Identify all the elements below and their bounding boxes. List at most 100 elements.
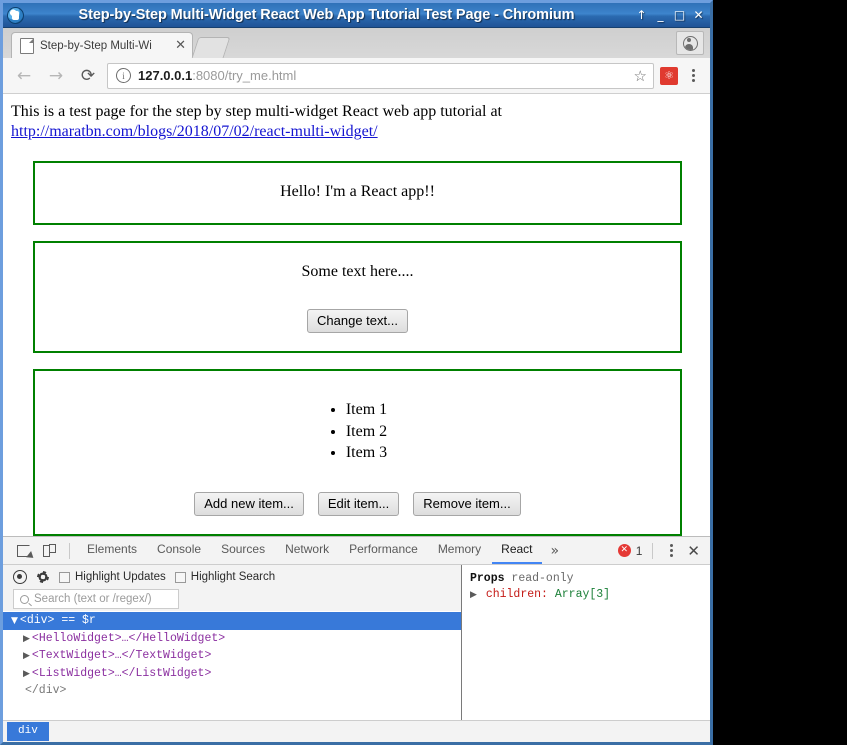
browser-tab[interactable]: Step-by-Step Multi-Wi ✕ bbox=[11, 32, 193, 58]
page-favicon-icon bbox=[20, 37, 34, 54]
close-devtools-icon[interactable]: ✕ bbox=[683, 542, 704, 560]
devtools-statusbar: div bbox=[3, 720, 710, 742]
page-viewport: This is a test page for the step by step… bbox=[3, 94, 710, 536]
hello-widget-text: Hello! I'm a React app!! bbox=[280, 183, 435, 200]
error-icon: ✕ bbox=[617, 544, 631, 557]
reload-button[interactable]: ⟳ bbox=[75, 63, 101, 89]
search-icon bbox=[20, 594, 29, 604]
tree-node-textwidget[interactable]: ▶ <TextWidget>…</TextWidget> bbox=[3, 647, 461, 665]
back-button[interactable]: ← bbox=[11, 63, 37, 89]
chromium-logo-icon bbox=[7, 6, 24, 24]
window-titlebar: Step-by-Step Multi-Widget React Web App … bbox=[3, 3, 710, 28]
props-title: Props bbox=[470, 572, 505, 585]
highlight-search-toggle[interactable]: Highlight Search bbox=[174, 571, 276, 583]
list-item: Item 1 bbox=[346, 399, 387, 421]
devtools-tabbar: Elements Console Sources Network Perform… bbox=[3, 537, 710, 565]
list-item: Item 3 bbox=[346, 442, 387, 464]
browser-toolbar: ← → ⟳ i 127.0.0.1:8080/try_me.html ☆ ⚛ bbox=[3, 58, 710, 94]
expand-arrow-icon[interactable]: ▶ bbox=[23, 634, 30, 644]
devtools-panel: Elements Console Sources Network Perform… bbox=[3, 536, 710, 742]
site-info-icon[interactable]: i bbox=[116, 68, 131, 83]
props-readonly-label: read-only bbox=[511, 572, 574, 585]
expand-arrow-icon[interactable]: ▶ bbox=[23, 669, 30, 679]
browser-menu-button[interactable] bbox=[684, 69, 702, 82]
bookmark-star-icon[interactable]: ☆ bbox=[634, 67, 647, 85]
url-path: :8080/try_me.html bbox=[192, 68, 297, 83]
highlight-search-label: Highlight Search bbox=[190, 571, 276, 583]
search-input[interactable]: Search (text or /regex/) bbox=[13, 589, 179, 609]
select-component-icon[interactable] bbox=[13, 570, 27, 584]
new-tab-button[interactable] bbox=[191, 37, 231, 58]
close-window-button[interactable]: ✕ bbox=[690, 6, 707, 24]
list-widget-items: Item 1 Item 2 Item 3 bbox=[328, 399, 387, 464]
gear-icon[interactable] bbox=[36, 570, 50, 584]
tree-node-label: <ListWidget>…</ListWidget> bbox=[31, 666, 212, 680]
page-content: This is a test page for the step by step… bbox=[3, 94, 710, 536]
toolbar-divider bbox=[69, 542, 70, 559]
browser-window: Step-by-Step Multi-Widget React Web App … bbox=[0, 0, 713, 745]
address-bar-url: 127.0.0.1:8080/try_me.html bbox=[138, 68, 627, 83]
highlight-updates-label: Highlight Updates bbox=[75, 571, 166, 583]
tab-elements[interactable]: Elements bbox=[78, 537, 146, 564]
tab-title: Step-by-Step Multi-Wi bbox=[40, 39, 152, 52]
change-text-button[interactable]: Change text... bbox=[307, 309, 408, 333]
expand-arrow-icon[interactable]: ▶ bbox=[23, 651, 30, 661]
tree-node-label: <div> == $r bbox=[19, 614, 96, 627]
breadcrumb-div[interactable]: div bbox=[7, 722, 49, 741]
list-widget-buttons: Add new item... Edit item... Remove item… bbox=[35, 491, 680, 516]
react-devtools-extension-icon[interactable]: ⚛ bbox=[660, 66, 678, 85]
add-new-item-button[interactable]: Add new item... bbox=[194, 491, 304, 516]
props-header: Props read-only bbox=[470, 572, 710, 585]
minimize-window-button[interactable]: _ bbox=[652, 6, 669, 24]
remove-item-button[interactable]: Remove item... bbox=[413, 491, 521, 516]
devtools-menu-button[interactable] bbox=[663, 544, 679, 557]
tree-node-hellowidget[interactable]: ▶ <HelloWidget>…</HelloWidget> bbox=[3, 630, 461, 648]
error-badge[interactable]: ✕ 1 bbox=[617, 544, 642, 558]
search-placeholder: Search (text or /regex/) bbox=[34, 593, 152, 605]
intro-text: This is a test page for the step by step… bbox=[11, 103, 502, 120]
tab-memory[interactable]: Memory bbox=[429, 537, 490, 564]
checkbox[interactable] bbox=[59, 571, 70, 583]
react-panel: Highlight Updates Highlight Search Searc… bbox=[3, 565, 710, 720]
toolbar-divider bbox=[652, 542, 654, 559]
tab-strip: Step-by-Step Multi-Wi ✕ bbox=[3, 28, 710, 58]
forward-button[interactable]: → bbox=[43, 63, 69, 89]
device-toolbar-icon[interactable] bbox=[37, 540, 61, 562]
react-search-row: Search (text or /regex/) bbox=[3, 589, 461, 611]
expand-arrow-icon[interactable]: ▶ bbox=[470, 590, 477, 600]
react-toolbar: Highlight Updates Highlight Search bbox=[3, 565, 461, 589]
prop-children-row[interactable]: ▶ children: Array[3] bbox=[470, 588, 710, 601]
close-tab-icon[interactable]: ✕ bbox=[175, 39, 186, 52]
maximize-window-button[interactable]: □ bbox=[671, 6, 688, 24]
window-title: Step-by-Step Multi-Widget React Web App … bbox=[78, 7, 575, 23]
react-component-tree[interactable]: ▼ <div> == $r ▶ <HelloWidget>…</HelloWidge… bbox=[3, 611, 461, 720]
tab-console[interactable]: Console bbox=[148, 537, 210, 564]
profile-button[interactable] bbox=[676, 31, 704, 55]
tree-node-listwidget[interactable]: ▶ <ListWidget>…</ListWidget> bbox=[3, 665, 461, 683]
devtools-toolbar-right: ✕ 1 ✕ bbox=[617, 542, 704, 560]
url-host: 127.0.0.1 bbox=[138, 68, 193, 83]
tab-network[interactable]: Network bbox=[276, 537, 338, 564]
tree-node-label: <TextWidget>…</TextWidget> bbox=[31, 649, 212, 663]
checkbox[interactable] bbox=[174, 571, 186, 583]
tab-react[interactable]: React bbox=[492, 537, 542, 564]
highlight-updates-toggle[interactable]: Highlight Updates bbox=[59, 571, 166, 583]
text-widget-text: Some text here.... bbox=[301, 263, 414, 280]
tutorial-link[interactable]: http://maratbn.com/blogs/2018/07/02/reac… bbox=[11, 123, 378, 140]
intro-paragraph: This is a test page for the step by step… bbox=[11, 102, 702, 142]
react-tree-pane: Highlight Updates Highlight Search Searc… bbox=[3, 565, 462, 720]
edit-item-button[interactable]: Edit item... bbox=[317, 491, 400, 516]
tree-node-label: <HelloWidget>…</HelloWidget> bbox=[31, 631, 226, 645]
address-bar[interactable]: i 127.0.0.1:8080/try_me.html ☆ bbox=[107, 62, 654, 89]
shade-window-button[interactable]: ↑ bbox=[633, 6, 650, 24]
list-item: Item 2 bbox=[346, 421, 387, 443]
person-icon bbox=[682, 35, 698, 51]
tab-performance[interactable]: Performance bbox=[340, 537, 427, 564]
expand-arrow-icon[interactable]: ▼ bbox=[11, 616, 18, 626]
text-widget-buttons: Change text... bbox=[35, 309, 680, 333]
tree-node-label: </div> bbox=[25, 684, 67, 698]
more-tabs-icon[interactable]: » bbox=[544, 543, 567, 559]
tab-sources[interactable]: Sources bbox=[212, 537, 274, 564]
inspect-element-icon[interactable] bbox=[11, 540, 35, 562]
tree-node-root[interactable]: ▼ <div> == $r bbox=[3, 612, 461, 630]
